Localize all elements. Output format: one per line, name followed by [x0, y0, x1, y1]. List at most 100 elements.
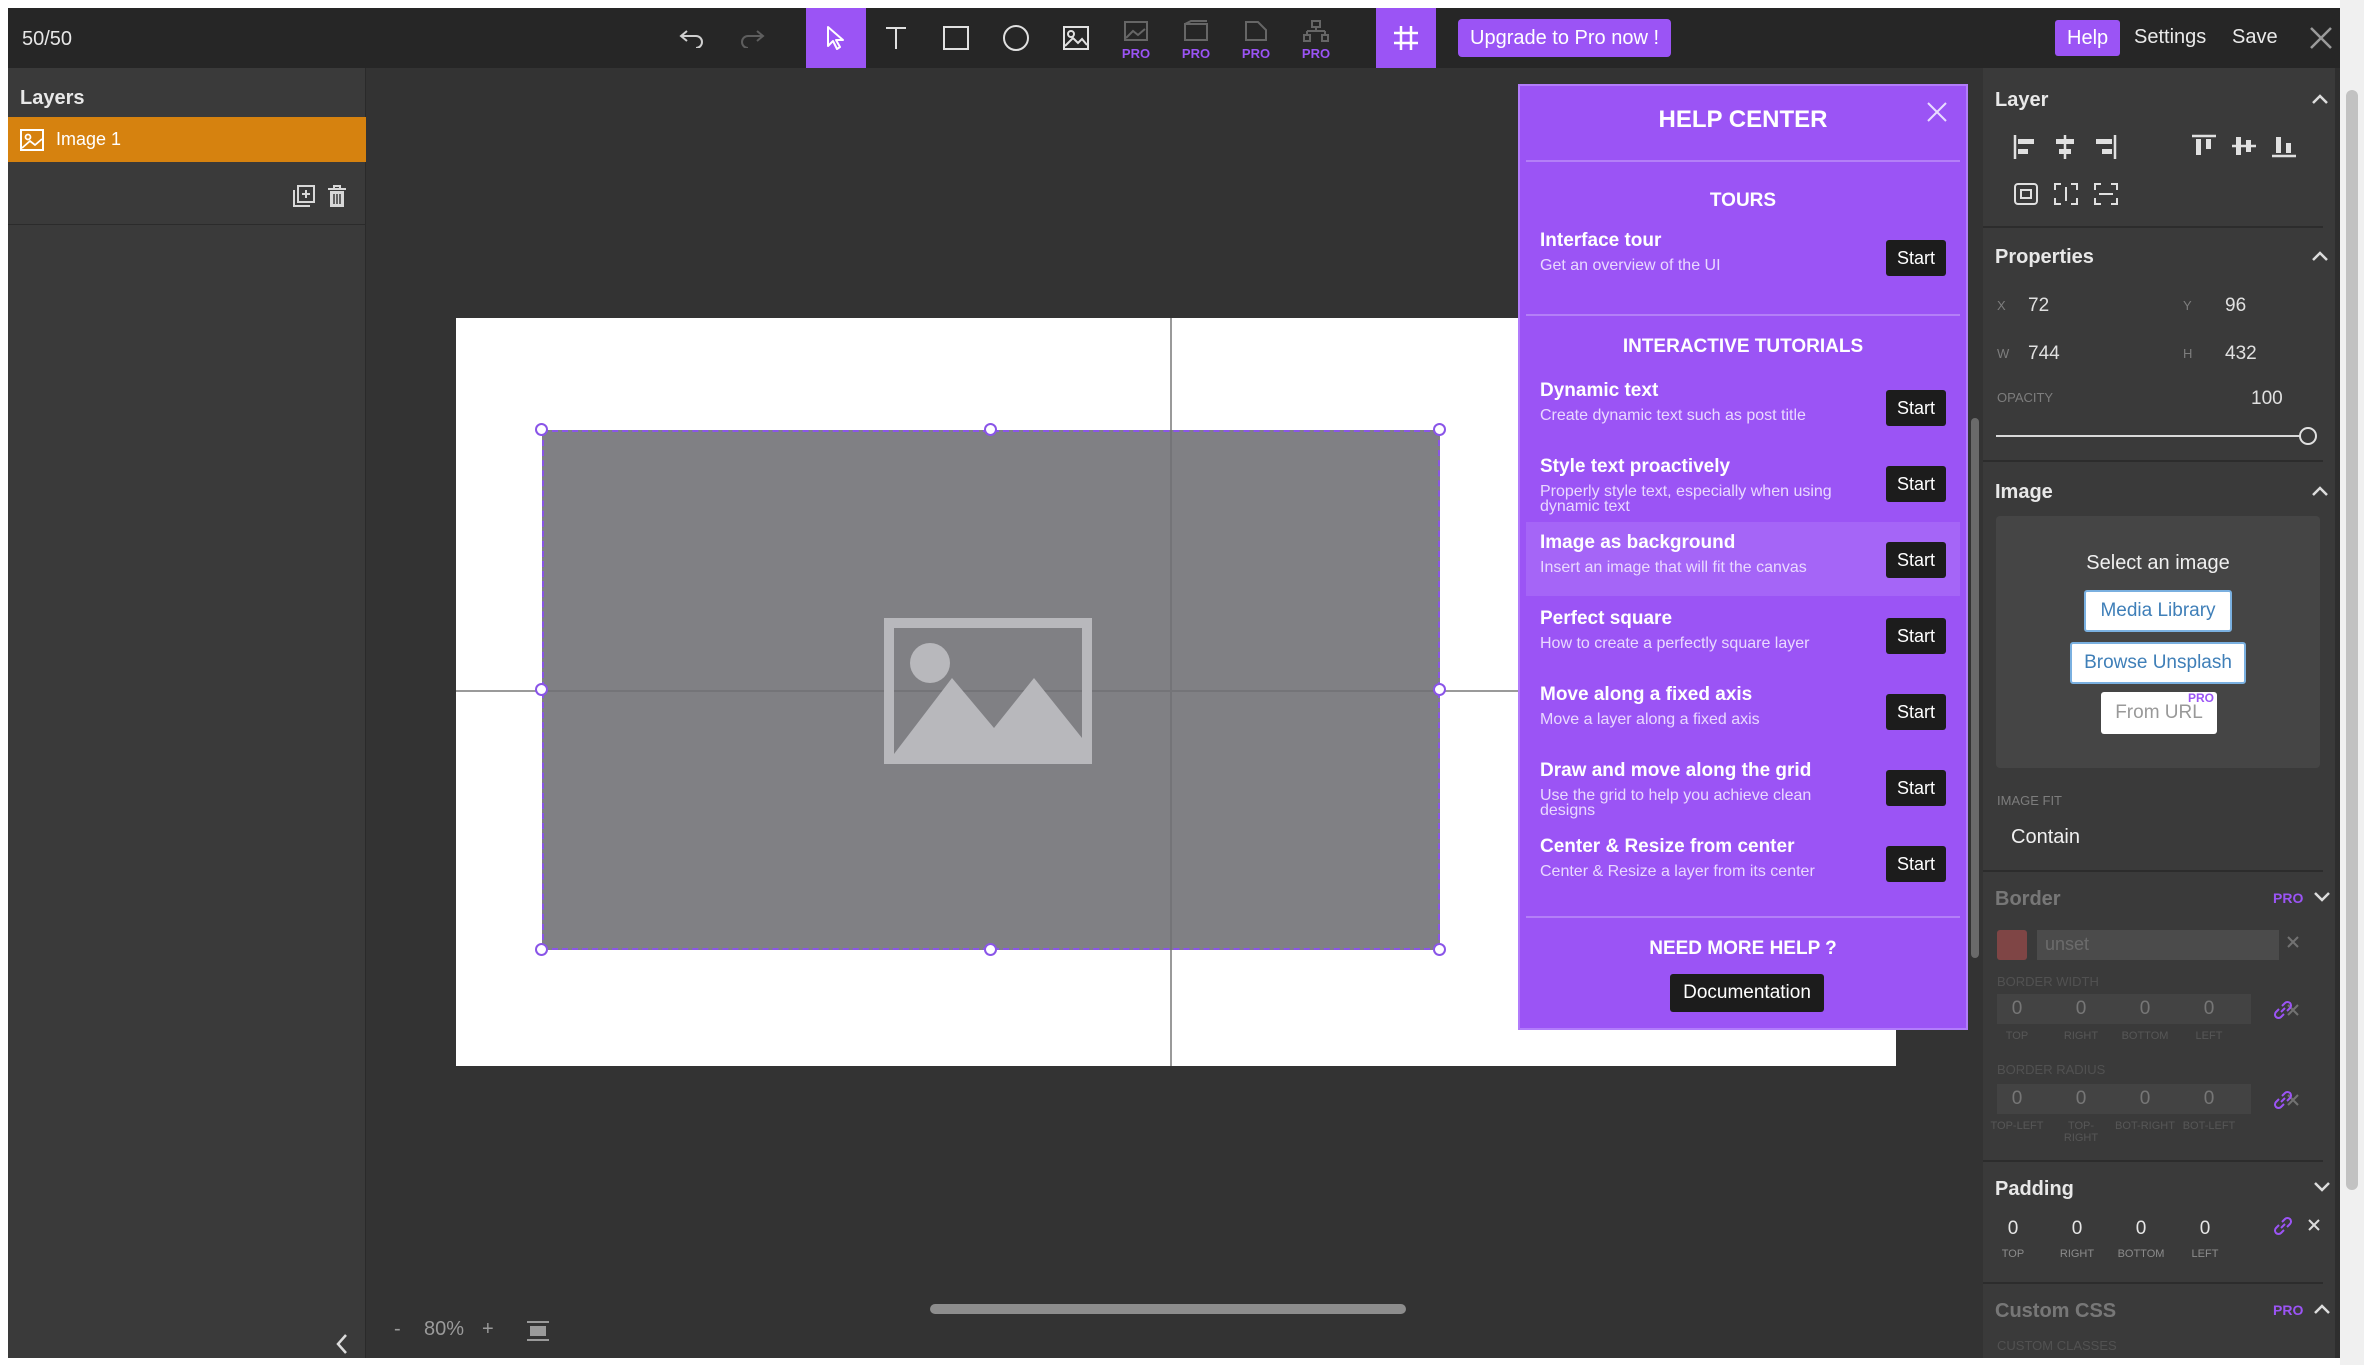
image-placeholder-icon	[884, 618, 1092, 764]
border-color-input[interactable]: unset	[2037, 930, 2279, 960]
height-input[interactable]: 432	[2225, 343, 2257, 365]
upgrade-pro-button[interactable]: Upgrade to Pro now !	[1458, 19, 1671, 57]
opacity-input[interactable]: 100	[2251, 388, 2283, 410]
duplicate-layer-icon[interactable]	[292, 184, 316, 213]
start-button[interactable]: Start	[1886, 390, 1946, 426]
resize-handle-bottom[interactable]	[984, 943, 997, 956]
save-button[interactable]: Save	[2232, 26, 2278, 49]
resize-handle-right[interactable]	[1433, 683, 1446, 696]
chevron-up-icon[interactable]	[2311, 484, 2329, 502]
resize-handle-bottom-right[interactable]	[1433, 943, 1446, 956]
chevron-up-icon[interactable]	[2313, 1302, 2331, 1320]
close-icon[interactable]	[1926, 101, 1948, 128]
padding-right-input[interactable]: 0	[2057, 1218, 2097, 1240]
padding-side-label: RIGHT	[2059, 1248, 2095, 1260]
start-button[interactable]: Start	[1886, 618, 1946, 654]
opacity-slider[interactable]	[1996, 435, 2308, 437]
undo-icon[interactable]	[662, 8, 722, 68]
start-button[interactable]: Start	[1886, 694, 1946, 730]
opacity-slider-handle[interactable]	[2299, 427, 2317, 445]
documentation-button[interactable]: Documentation	[1670, 974, 1824, 1012]
window-scrollbar[interactable]	[2340, 0, 2364, 1365]
select-pointer-icon[interactable]	[806, 8, 866, 68]
align-middle-vertical-icon[interactable]	[2231, 134, 2257, 163]
rectangle-tool-icon[interactable]	[926, 8, 986, 68]
window-scrollbar-thumb[interactable]	[2346, 90, 2358, 1190]
selected-image-layer[interactable]	[542, 430, 1440, 950]
padding-top-input[interactable]: 0	[1993, 1218, 2033, 1240]
grid-toggle-icon[interactable]	[1376, 8, 1436, 68]
settings-button[interactable]: Settings	[2134, 26, 2206, 49]
border-radius-top-left-input[interactable]: 0	[1997, 1088, 2037, 1110]
fit-width-icon[interactable]	[2093, 182, 2119, 211]
resize-handle-top[interactable]	[984, 423, 997, 436]
media-library-button[interactable]: Media Library	[2084, 590, 2232, 632]
align-center-horizontal-icon[interactable]	[2053, 134, 2077, 165]
resize-handle-left[interactable]	[535, 683, 548, 696]
x-input[interactable]: 72	[2028, 295, 2049, 317]
fit-to-canvas-icon[interactable]	[2013, 182, 2039, 211]
border-radius-top-right-input[interactable]: 0	[2061, 1088, 2101, 1110]
chevron-down-icon[interactable]	[2313, 1180, 2331, 1198]
chevron-up-icon[interactable]	[2311, 249, 2329, 267]
redo-icon[interactable]	[722, 8, 782, 68]
start-button[interactable]: Start	[1886, 542, 1946, 578]
link-values-icon[interactable]	[2273, 1000, 2293, 1025]
padding-left-input[interactable]: 0	[2185, 1218, 2225, 1240]
resize-handle-bottom-left[interactable]	[535, 943, 548, 956]
border-color-swatch[interactable]	[1997, 930, 2027, 960]
start-button[interactable]: Start	[1886, 770, 1946, 806]
zoom-in-button[interactable]: +	[482, 1318, 494, 1341]
tutorial-title: Dynamic text	[1540, 380, 1659, 401]
align-bottom-icon[interactable]	[2271, 134, 2297, 163]
canvas-vertical-scrollbar[interactable]	[1971, 418, 1979, 958]
zoom-out-button[interactable]: -	[394, 1318, 401, 1341]
ellipse-tool-icon[interactable]	[986, 8, 1046, 68]
text-tool-icon[interactable]	[866, 8, 926, 68]
border-width-right-input[interactable]: 0	[2061, 998, 2101, 1020]
browse-unsplash-button[interactable]: Browse Unsplash	[2070, 642, 2246, 684]
pro-image-tool-icon[interactable]: PRO	[1106, 8, 1166, 68]
border-radius-bottom-left-input[interactable]: 0	[2189, 1088, 2229, 1110]
help-button[interactable]: Help	[2055, 20, 2121, 56]
pro-video-tool-icon[interactable]: PRO	[1166, 8, 1226, 68]
align-top-icon[interactable]	[2191, 134, 2217, 163]
delete-layer-icon[interactable]	[326, 184, 348, 213]
fit-canvas-icon[interactable]	[526, 1320, 550, 1347]
pro-shape-tool-icon[interactable]: PRO	[1226, 8, 1286, 68]
start-button[interactable]: Start	[1886, 240, 1946, 276]
resize-handle-top-right[interactable]	[1433, 423, 1446, 436]
link-values-icon[interactable]	[2273, 1216, 2293, 1241]
collapse-panel-icon[interactable]	[334, 1332, 350, 1358]
help-center-title: HELP CENTER	[1658, 106, 1828, 133]
layer-item-image-1[interactable]: Image 1	[8, 117, 366, 162]
border-radius-bottom-right-input[interactable]: 0	[2125, 1088, 2165, 1110]
from-url-button[interactable]: From URL PRO	[2101, 691, 2217, 734]
canvas-horizontal-scrollbar[interactable]	[930, 1304, 1406, 1314]
border-width-left-input[interactable]: 0	[2189, 998, 2229, 1020]
pro-qr-tool-icon[interactable]: PRO	[1286, 8, 1346, 68]
clear-icon[interactable]	[2286, 935, 2300, 954]
tutorial-item: Perfect square How to create a perfectly…	[1526, 598, 1960, 672]
image-fit-select[interactable]: Contain	[2011, 826, 2080, 849]
close-icon[interactable]	[2296, 8, 2346, 68]
link-values-icon[interactable]	[2273, 1090, 2293, 1115]
border-width-top-input[interactable]: 0	[1997, 998, 2037, 1020]
border-width-bottom-input[interactable]: 0	[2125, 998, 2165, 1020]
align-left-icon[interactable]	[2013, 134, 2037, 165]
align-right-icon[interactable]	[2093, 134, 2117, 165]
width-input[interactable]: 744	[2028, 343, 2060, 365]
start-button[interactable]: Start	[1886, 846, 1946, 882]
y-input[interactable]: 96	[2225, 295, 2246, 317]
chevron-down-icon[interactable]	[2313, 890, 2331, 908]
resize-handle-top-left[interactable]	[535, 423, 548, 436]
chevron-up-icon[interactable]	[2311, 92, 2329, 110]
clear-icon[interactable]	[2307, 1218, 2321, 1237]
padding-bottom-input[interactable]: 0	[2121, 1218, 2161, 1240]
divider	[8, 224, 366, 225]
tour-description: Get an overview of the UI	[1540, 257, 1721, 274]
fit-height-icon[interactable]	[2053, 182, 2079, 211]
image-tool-icon[interactable]	[1046, 8, 1106, 68]
start-button[interactable]: Start	[1886, 466, 1946, 502]
padding-section-title: Padding	[1995, 1178, 2074, 1200]
